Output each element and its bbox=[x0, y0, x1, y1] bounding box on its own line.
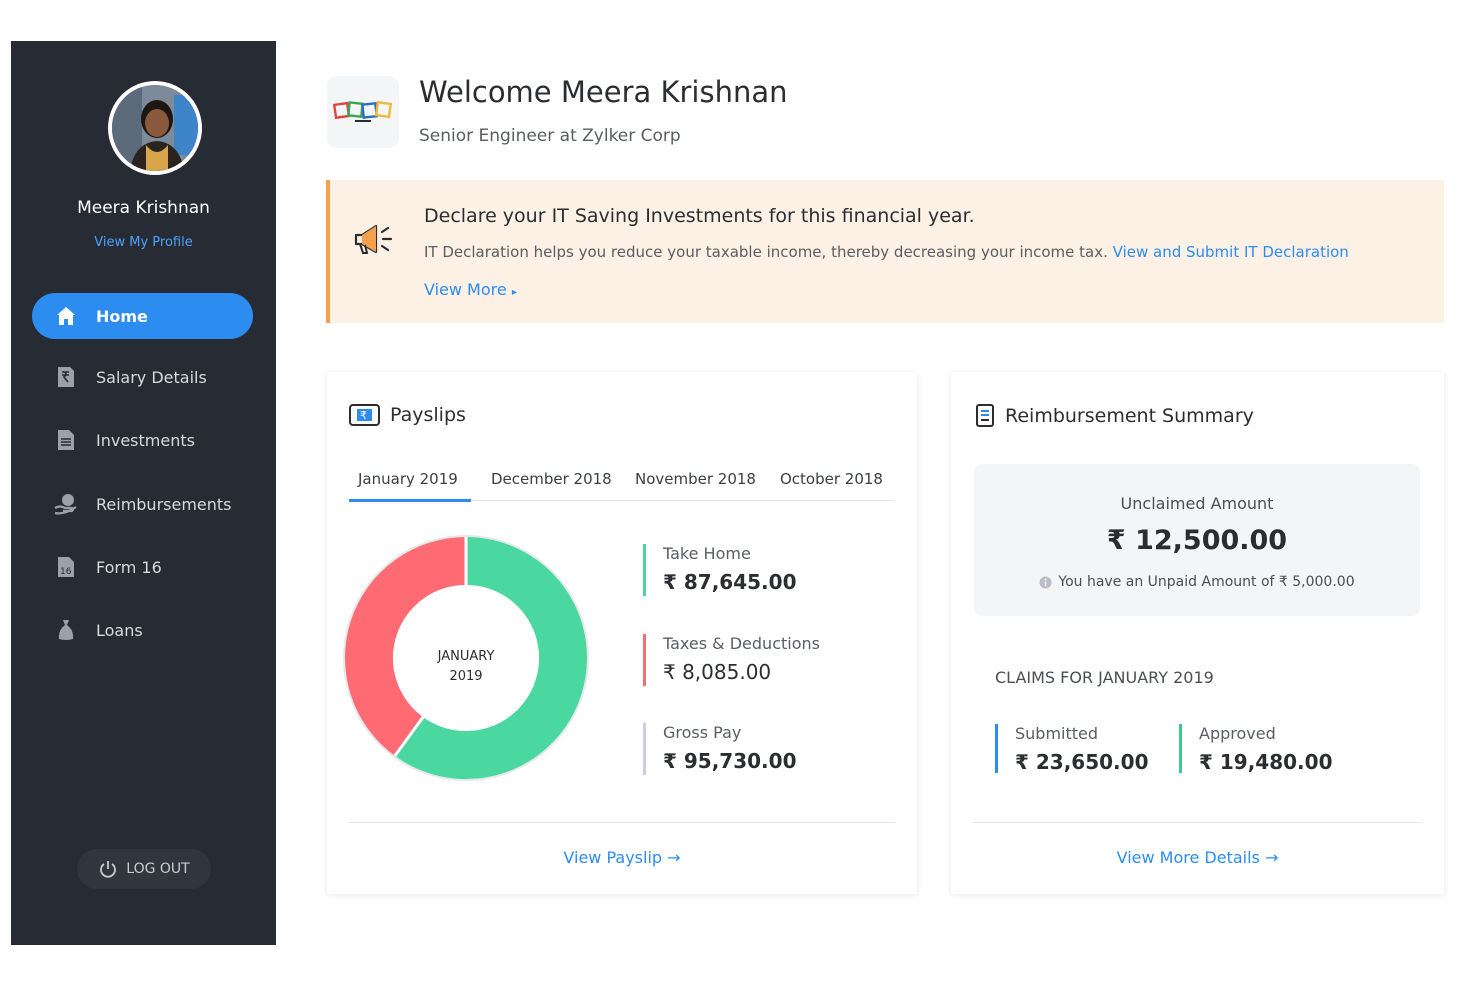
gross-pay-bar bbox=[643, 723, 646, 775]
gross-pay-label: Gross Pay bbox=[663, 723, 742, 742]
view-payslip-link[interactable]: View Payslip → bbox=[327, 848, 917, 867]
taxes-bar bbox=[643, 634, 646, 686]
take-home-label: Take Home bbox=[663, 544, 751, 563]
taxes-value: ₹ 8,085.00 bbox=[663, 660, 772, 684]
unclaimed-amount-panel: Unclaimed Amount ₹ 12,500.00 You have an… bbox=[974, 464, 1420, 616]
divider bbox=[349, 822, 895, 823]
svg-text:₹: ₹ bbox=[360, 409, 367, 422]
submitted-value: ₹ 23,650.00 bbox=[1015, 750, 1149, 774]
reimbursement-header: Reimbursement Summary bbox=[975, 404, 1254, 428]
gross-pay-stat: Gross Pay ₹ 95,730.00 bbox=[643, 723, 797, 775]
tab-december-2018[interactable]: December 2018 bbox=[491, 470, 612, 488]
donut-label-month: JANUARY bbox=[437, 649, 495, 664]
document-icon bbox=[54, 428, 78, 452]
view-more-details-link[interactable]: View More Details → bbox=[951, 848, 1444, 867]
approved-label: Approved bbox=[1199, 724, 1276, 743]
sidebar-item-home[interactable]: Home bbox=[32, 293, 253, 339]
page-title: Welcome Meera Krishnan bbox=[419, 75, 788, 109]
sidebar-item-salary-details[interactable]: Salary Details bbox=[32, 354, 253, 400]
company-logo bbox=[327, 76, 399, 148]
info-icon bbox=[1039, 576, 1052, 588]
sidebar-item-reimbursements[interactable]: Reimbursements bbox=[32, 481, 253, 527]
tab-january-2019[interactable]: January 2019 bbox=[349, 470, 471, 502]
banner-description: IT Declaration helps you reduce your tax… bbox=[424, 243, 1113, 261]
sidebar-item-label: Investments bbox=[96, 430, 195, 450]
tab-november-2018[interactable]: November 2018 bbox=[635, 470, 756, 488]
rupee-note-icon: ₹ bbox=[349, 404, 380, 426]
form16-icon: 16 bbox=[54, 555, 78, 579]
submitted-label: Submitted bbox=[1015, 724, 1099, 743]
reimbursement-icon bbox=[54, 492, 78, 516]
approved-stat: Approved ₹ 19,480.00 bbox=[1179, 724, 1333, 774]
unpaid-note: You have an Unpaid Amount of ₹ 5,000.00 bbox=[974, 574, 1420, 590]
sidebar-item-label: Loans bbox=[96, 620, 143, 640]
receipt-icon bbox=[976, 404, 994, 427]
page-subtitle: Senior Engineer at Zylker Corp bbox=[419, 126, 681, 146]
view-profile-link[interactable]: View My Profile bbox=[11, 235, 276, 250]
view-more-link[interactable]: View More ▸ bbox=[424, 280, 517, 299]
donut-label-year: 2019 bbox=[449, 669, 482, 684]
sidebar-item-label: Home bbox=[96, 306, 148, 326]
approved-bar bbox=[1179, 724, 1182, 773]
user-name: Meera Krishnan bbox=[77, 198, 210, 218]
logout-button[interactable]: LOG OUT bbox=[77, 849, 211, 889]
megaphone-icon bbox=[352, 218, 396, 262]
logout-label: LOG OUT bbox=[126, 861, 190, 877]
sidebar-item-label: Reimbursements bbox=[96, 494, 232, 514]
payslips-header: ₹ Payslips bbox=[349, 404, 466, 426]
zoho-logo-icon bbox=[333, 100, 393, 122]
svg-text:16: 16 bbox=[60, 567, 72, 577]
avatar[interactable] bbox=[108, 81, 202, 175]
avatar-photo bbox=[112, 85, 198, 171]
tab-october-2018[interactable]: October 2018 bbox=[780, 470, 883, 488]
payslip-donut-chart: JANUARY 2019 bbox=[343, 535, 589, 781]
taxes-stat: Taxes & Deductions ₹ 8,085.00 bbox=[643, 634, 820, 686]
sidebar-item-investments[interactable]: Investments bbox=[32, 417, 253, 463]
unclaimed-value: ₹ 12,500.00 bbox=[1106, 525, 1288, 556]
unclaimed-label: Unclaimed Amount bbox=[1120, 494, 1274, 513]
sidebar-item-loans[interactable]: Loans bbox=[32, 607, 253, 653]
sidebar: Meera Krishnan View My Profile Home Sala… bbox=[11, 41, 276, 945]
take-home-stat: Take Home ₹ 87,645.00 bbox=[643, 544, 797, 596]
unpaid-note-text: You have an Unpaid Amount of ₹ 5,000.00 bbox=[1058, 574, 1355, 590]
payslip-month-tabs: January 2019 December 2018 November 2018… bbox=[349, 460, 894, 502]
sidebar-item-label: Salary Details bbox=[96, 367, 207, 387]
payslips-title: Payslips bbox=[390, 404, 466, 426]
claims-title: CLAIMS FOR JANUARY 2019 bbox=[995, 668, 1214, 687]
reimbursement-card: Reimbursement Summary Unclaimed Amount ₹… bbox=[951, 372, 1444, 894]
power-icon bbox=[100, 861, 117, 878]
reimbursement-title: Reimbursement Summary bbox=[1005, 405, 1254, 427]
caret-right-icon: ▸ bbox=[511, 287, 517, 298]
taxes-label: Taxes & Deductions bbox=[663, 634, 820, 653]
submitted-stat: Submitted ₹ 23,650.00 bbox=[995, 724, 1149, 774]
money-bag-icon bbox=[54, 618, 78, 642]
submitted-bar bbox=[995, 724, 998, 773]
banner-text: IT Declaration helps you reduce your tax… bbox=[424, 243, 1349, 261]
submit-it-declaration-link[interactable]: View and Submit IT Declaration bbox=[1113, 243, 1349, 261]
payslips-card: ₹ Payslips January 2019 December 2018 No… bbox=[327, 372, 917, 894]
divider bbox=[973, 822, 1422, 823]
view-more-label: View More bbox=[424, 280, 507, 299]
salary-icon bbox=[54, 365, 78, 389]
home-icon bbox=[54, 304, 78, 328]
it-declaration-banner: Declare your IT Saving Investments for t… bbox=[326, 180, 1444, 323]
approved-value: ₹ 19,480.00 bbox=[1199, 750, 1333, 774]
sidebar-item-label: Form 16 bbox=[96, 557, 162, 577]
banner-title: Declare your IT Saving Investments for t… bbox=[424, 205, 975, 227]
gross-pay-value: ₹ 95,730.00 bbox=[663, 749, 797, 773]
sidebar-item-form-16[interactable]: 16 Form 16 bbox=[32, 544, 253, 590]
take-home-value: ₹ 87,645.00 bbox=[663, 570, 797, 594]
take-home-bar bbox=[643, 544, 646, 596]
